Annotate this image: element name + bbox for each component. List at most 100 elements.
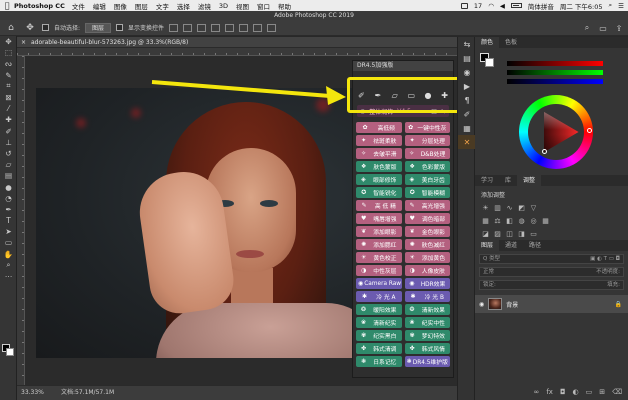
blue-slider[interactable]	[507, 79, 603, 84]
background-color[interactable]	[6, 348, 14, 356]
plugin-button[interactable]: ✱ 冷 光 A	[356, 290, 402, 303]
plugin-button[interactable]: ✱ 冷 光 B	[404, 290, 450, 303]
3d-mode-icon[interactable]	[267, 23, 277, 32]
color-wheel[interactable]	[519, 95, 593, 169]
threshold-icon[interactable]: ◫	[505, 229, 514, 238]
plugin-button[interactable]: ✪ 智能锐化	[356, 186, 402, 199]
home-icon[interactable]: ⌂	[4, 22, 18, 34]
align-top-icon[interactable]	[211, 23, 221, 32]
plugin-button[interactable]: ✾ 梦幻特效	[404, 329, 450, 342]
layer-row[interactable]: ◉ 背景 🔒	[475, 295, 628, 313]
plugin-button[interactable]: ✦ 祛斑柔肤	[356, 134, 402, 147]
tab-libraries[interactable]: 库	[499, 175, 517, 186]
arrange-icon[interactable]: ⇆	[458, 37, 476, 51]
tab-swatches[interactable]: 色板	[499, 37, 523, 48]
blur-icon[interactable]: ●	[0, 181, 17, 192]
distribute-icon[interactable]	[253, 23, 263, 32]
spotlight-icon[interactable]: ⌕	[609, 1, 613, 10]
swatch-icon[interactable]: ▦	[458, 121, 476, 135]
plugin-button[interactable]: ❦ 金色眼影	[404, 225, 450, 238]
align-center-icon[interactable]	[183, 23, 193, 32]
trash-icon[interactable]: ⌫	[612, 388, 622, 398]
crop-icon[interactable]: ⌗	[0, 81, 17, 92]
marquee-icon[interactable]: ⬚	[0, 47, 17, 58]
plugin-button[interactable]: ☀ 黄色校正	[356, 251, 402, 264]
curves-icon[interactable]: ∿	[505, 203, 514, 212]
new-layer-icon[interactable]: ⊞	[599, 388, 605, 398]
input-language[interactable]: 简体拼音	[528, 1, 554, 11]
plugin-button[interactable]: ♥ 调色暗部	[404, 212, 450, 225]
zoom-icon[interactable]: ⌕	[0, 260, 17, 271]
brush-settings-icon[interactable]: ✐	[458, 107, 476, 121]
close-tab-icon[interactable]: ×	[21, 37, 26, 48]
move-tool-icon[interactable]: ✥	[23, 22, 37, 34]
plugin-button[interactable]: ✿ 一键中性灰	[404, 122, 450, 134]
menu-window[interactable]: 窗口	[257, 1, 270, 11]
plugin-button[interactable]: ✎ 高 低 精	[356, 199, 402, 212]
stamp-icon[interactable]: ⊥	[0, 137, 17, 148]
menu-filter[interactable]: 滤镜	[198, 1, 211, 11]
color-panel-swatches[interactable]	[480, 53, 494, 67]
adjustment-layer-icon[interactable]: ◐	[572, 388, 578, 398]
tab-color[interactable]: 颜色	[475, 37, 500, 48]
plugin-button[interactable]: ✿ 高低频	[356, 122, 402, 134]
workspace-icon[interactable]: ▭	[598, 23, 608, 33]
layer-select-dropdown[interactable]: 图层	[85, 22, 112, 33]
gradient-map-icon[interactable]: ▭	[529, 229, 538, 238]
plugin-button[interactable]: ◈ 美白牙齿	[404, 173, 450, 186]
green-slider[interactable]	[507, 70, 603, 75]
move-icon[interactable]: ✥	[0, 36, 17, 47]
healing-icon[interactable]: ✚	[0, 114, 17, 125]
shape-icon[interactable]: ▭	[0, 237, 17, 248]
search-icon[interactable]: ⌕	[582, 23, 592, 33]
frame-icon[interactable]: ⊠	[0, 92, 17, 103]
notification-count[interactable]: 17	[474, 2, 482, 10]
plugin-button[interactable]: ◑ 人像皮肤	[404, 264, 450, 277]
history-icon[interactable]: ▤	[458, 51, 476, 65]
auto-select-checkbox[interactable]	[42, 24, 49, 31]
align-middle-icon[interactable]	[225, 23, 235, 32]
blend-opacity-row[interactable]: 正常 不透明度:	[479, 267, 624, 277]
lasso-icon[interactable]: ᔓ	[0, 58, 17, 69]
plugin-button[interactable]: ✦ 分层处理	[404, 134, 450, 147]
plugin-button[interactable]: ❀ 纪实中性	[404, 316, 450, 329]
brush-icon[interactable]: ✐	[0, 126, 17, 137]
apple-menu-icon[interactable]: 	[0, 1, 14, 10]
visibility-eye-icon[interactable]: ◉	[479, 301, 484, 308]
plugin-button[interactable]: ❃ 日系记忆	[356, 355, 402, 368]
layer-name[interactable]: 背景	[506, 300, 518, 309]
share-icon[interactable]: ⇪	[614, 23, 624, 33]
mask-icon[interactable]: ◘	[560, 388, 566, 398]
properties-icon[interactable]: ◉	[458, 65, 476, 79]
plugin-button[interactable]: ◉ Camera Raw	[356, 277, 402, 290]
notification-center-icon[interactable]: ☰	[618, 2, 624, 10]
menu-image[interactable]: 图像	[114, 1, 127, 11]
dodge-icon[interactable]: ◔	[0, 193, 17, 204]
layer-kind-filter[interactable]: Q 类型 ▣ ◐ T ▭ ◘	[479, 254, 624, 264]
paragraph-icon[interactable]: ¶	[458, 93, 476, 107]
eraser-icon[interactable]: ▱	[0, 159, 17, 170]
menu-edit[interactable]: 编辑	[93, 1, 106, 11]
type-icon[interactable]: T	[0, 215, 17, 226]
filter-icons[interactable]: ▣ ◐ T ▭ ◘	[590, 255, 620, 263]
align-left-icon[interactable]	[169, 23, 179, 32]
lookup-icon[interactable]: ▦	[541, 216, 550, 225]
menu-view[interactable]: 视图	[236, 1, 249, 11]
plugin-panel-icon[interactable]: ✕	[458, 135, 476, 149]
invert-icon[interactable]: ◪	[481, 229, 490, 238]
exposure-icon[interactable]: ◩	[517, 203, 526, 212]
color-swatches[interactable]	[2, 344, 15, 357]
document-tab[interactable]: × adorable-beautiful-blur-573263.jpg @ 3…	[17, 37, 457, 48]
hue-marker[interactable]	[587, 128, 592, 133]
menu-type[interactable]: 文字	[156, 1, 169, 11]
plugin-button[interactable]: ☀ 添加黄色	[404, 251, 450, 264]
photo-canvas[interactable]	[36, 88, 368, 358]
plugin-button[interactable]: ❦ 添加眼影	[356, 225, 402, 238]
wifi-icon[interactable]: ◠	[488, 2, 494, 10]
path-select-icon[interactable]: ➤	[0, 226, 17, 237]
fx-icon[interactable]: fx	[546, 388, 553, 398]
plugin-button[interactable]: ✺ 肤色减红	[404, 238, 450, 251]
color-balance-icon[interactable]: ⚖	[493, 216, 502, 225]
menu-select[interactable]: 选择	[177, 1, 190, 11]
quick-select-icon[interactable]: ✎	[0, 70, 17, 81]
